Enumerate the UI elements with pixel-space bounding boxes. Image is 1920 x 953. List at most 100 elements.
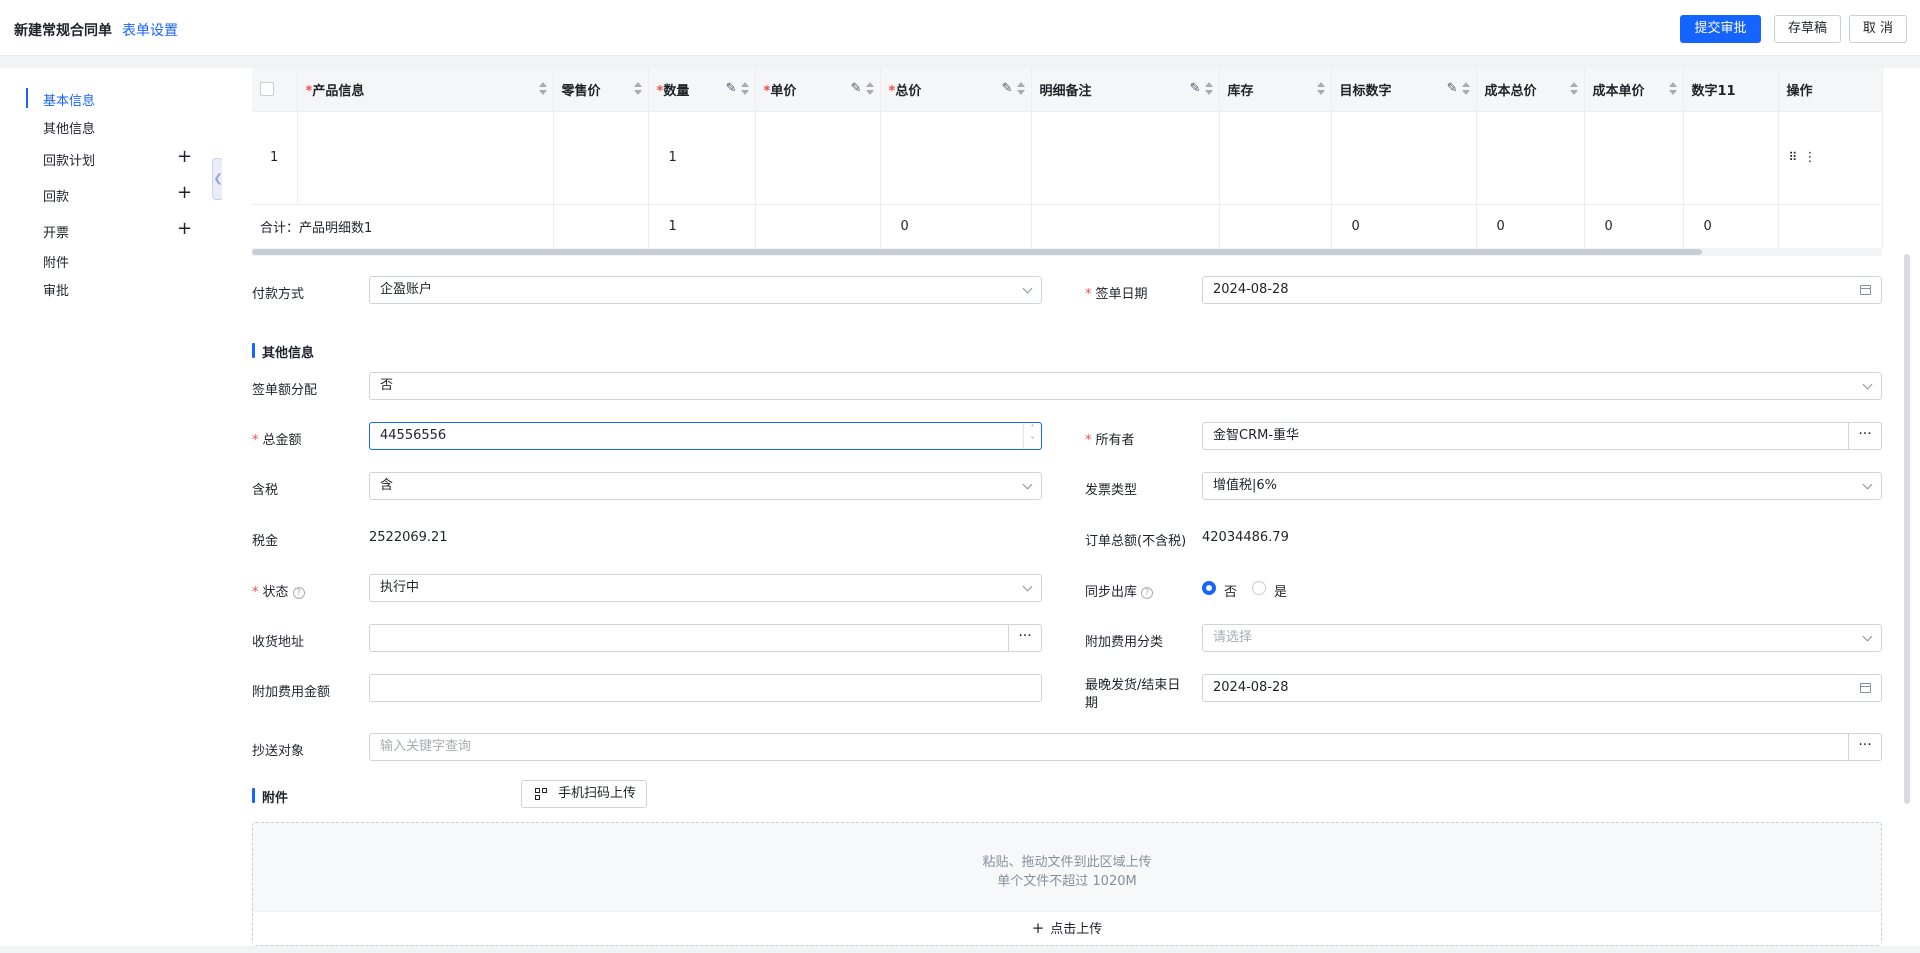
latest-ship-date-picker[interactable]: 2024-08-28 bbox=[1202, 674, 1882, 702]
nav-item-basic-info[interactable]: 基本信息 bbox=[43, 90, 95, 109]
save-draft-button[interactable]: 存草稿 bbox=[1774, 15, 1841, 43]
column-header[interactable]: *总价 ✎ bbox=[880, 68, 1032, 112]
column-header[interactable]: *单价 ✎ bbox=[755, 68, 881, 112]
stock-cell bbox=[1219, 111, 1332, 205]
cc-search-input[interactable]: 输入关键字查询 ··· bbox=[369, 733, 1882, 761]
remark-cell[interactable] bbox=[1031, 111, 1220, 205]
column-header[interactable]: *产品信息 bbox=[297, 68, 554, 112]
column-header[interactable]: 明细备注 ✎ bbox=[1031, 68, 1220, 112]
calendar-icon bbox=[1860, 285, 1871, 295]
owner-field[interactable]: 金智CRM-重华 ··· bbox=[1202, 422, 1882, 450]
column-header[interactable]: 库存 bbox=[1219, 68, 1332, 112]
column-header[interactable]: *数量 ✎ bbox=[648, 68, 756, 112]
sort-icon[interactable] bbox=[1316, 82, 1325, 96]
quantity-cell[interactable]: 1 bbox=[648, 111, 756, 205]
batch-edit-icon[interactable]: ✎ bbox=[851, 81, 862, 96]
column-header[interactable]: 零售价 bbox=[553, 68, 649, 112]
submit-approval-button[interactable]: 提交审批 bbox=[1680, 15, 1761, 43]
drop-hint: 粘贴、拖动文件到此区域上传 bbox=[982, 855, 1152, 870]
form-settings-link[interactable]: 表单设置 bbox=[122, 20, 178, 40]
cc-picker-button[interactable]: ··· bbox=[1848, 733, 1882, 761]
column-header: 操作 bbox=[1778, 68, 1883, 112]
batch-edit-icon[interactable]: ✎ bbox=[1447, 81, 1458, 96]
sync-outbound-radio-group: 否 是 bbox=[1202, 581, 1322, 600]
add-payment-icon[interactable]: + bbox=[177, 184, 192, 202]
unit-price-cell[interactable] bbox=[755, 111, 881, 205]
radio-no[interactable] bbox=[1202, 581, 1216, 595]
product-cell[interactable] bbox=[297, 111, 554, 205]
nav-item-payment[interactable]: 回款 bbox=[43, 186, 69, 205]
sign-date-label: * 签单日期 bbox=[1085, 287, 1148, 302]
extra-fee-category-select[interactable]: 请选择 bbox=[1202, 624, 1882, 652]
form-panel: *产品信息 零售价 *数量 ✎ *单价 ✎ *总价 ✎ 明细备注 ✎ 库存 目标数字 ✎ … bbox=[222, 68, 1920, 946]
sort-icon[interactable] bbox=[865, 82, 874, 96]
scroll-thumb[interactable] bbox=[252, 249, 1702, 255]
chevron-down-icon bbox=[1022, 479, 1033, 490]
table-row[interactable]: 1 1 ⠿ ⋮ bbox=[252, 111, 1883, 205]
sort-icon[interactable] bbox=[1461, 82, 1470, 96]
payment-method-select[interactable]: 企盈账户 bbox=[369, 276, 1042, 304]
sort-icon[interactable] bbox=[1204, 82, 1213, 96]
batch-edit-icon[interactable]: ✎ bbox=[1002, 81, 1013, 96]
nav-item-invoice[interactable]: 开票 bbox=[43, 222, 69, 241]
number-stepper[interactable]: ˄ ˅ bbox=[1023, 423, 1041, 449]
section-title-attachments: 附件 bbox=[252, 787, 288, 806]
sort-icon[interactable] bbox=[740, 82, 749, 96]
radio-yes[interactable] bbox=[1252, 581, 1266, 595]
sort-icon[interactable] bbox=[1569, 82, 1578, 96]
sort-icon[interactable] bbox=[1016, 82, 1025, 96]
select-all-checkbox[interactable] bbox=[260, 82, 274, 97]
add-invoice-icon[interactable]: + bbox=[177, 220, 192, 238]
nav-item-attachments[interactable]: 附件 bbox=[43, 252, 69, 271]
tax-included-label: 含税 bbox=[252, 483, 279, 498]
target-number-cell[interactable] bbox=[1331, 111, 1477, 205]
extra-fee-amount-input[interactable] bbox=[369, 674, 1042, 702]
order-total-ex-tax-value: 42034486.79 bbox=[1202, 530, 1289, 545]
nav-item-payment-plan[interactable]: 回款计划 bbox=[43, 150, 95, 169]
column-header[interactable]: 成本单价 bbox=[1584, 68, 1684, 112]
shipping-address-field[interactable]: ··· bbox=[369, 624, 1042, 652]
column-header[interactable]: 目标数字 ✎ bbox=[1331, 68, 1477, 112]
help-icon[interactable]: ? bbox=[292, 587, 305, 599]
sort-icon[interactable] bbox=[633, 82, 642, 96]
invoice-type-select[interactable]: 增值税|6% bbox=[1202, 472, 1882, 500]
more-actions-icon[interactable]: ⋮ bbox=[1803, 150, 1816, 165]
batch-edit-icon[interactable]: ✎ bbox=[1190, 81, 1201, 96]
sort-icon[interactable] bbox=[538, 82, 547, 96]
total-price-cell[interactable] bbox=[880, 111, 1032, 205]
select-all-cell bbox=[252, 68, 298, 112]
latest-ship-date-label: 最晚发货/结束日期 bbox=[1085, 678, 1181, 711]
click-upload-button[interactable]: + 点击上传 bbox=[253, 911, 1881, 945]
cc-label: 抄送对象 bbox=[252, 744, 305, 759]
summary-number11: 0 bbox=[1683, 204, 1779, 249]
total-amount-input[interactable]: 44556556 ˄ ˅ bbox=[369, 422, 1042, 450]
sign-date-picker[interactable]: 2024-08-28 bbox=[1202, 276, 1882, 304]
cost-unit-cell bbox=[1584, 111, 1684, 205]
cost-total-cell bbox=[1476, 111, 1585, 205]
file-drop-zone[interactable]: 粘贴、拖动文件到此区域上传 单个文件不超过 1020M + 点击上传 bbox=[252, 822, 1882, 946]
help-icon[interactable]: ? bbox=[1141, 587, 1154, 599]
scan-upload-button[interactable]: 手机扫码上传 bbox=[521, 780, 647, 808]
page-vertical-scrollbar[interactable] bbox=[1904, 254, 1910, 804]
nav-item-approval[interactable]: 审批 bbox=[43, 280, 69, 299]
chevron-down-icon bbox=[1862, 479, 1873, 490]
section-title-other-info: 其他信息 bbox=[252, 342, 314, 361]
batch-edit-icon[interactable]: ✎ bbox=[726, 81, 737, 96]
size-hint: 单个文件不超过 1020M bbox=[997, 874, 1137, 889]
drag-handle-icon[interactable]: ⠿ bbox=[1789, 150, 1798, 164]
nav-item-other-info[interactable]: 其他信息 bbox=[43, 118, 95, 137]
section-nav: 基本信息 其他信息 回款计划 + 回款 + 开票 + 附件 审批 bbox=[0, 68, 222, 946]
address-picker-button[interactable]: ··· bbox=[1008, 624, 1042, 652]
column-header[interactable]: 成本总价 bbox=[1476, 68, 1585, 112]
tax-included-select[interactable]: 含 bbox=[369, 472, 1042, 500]
cancel-button[interactable]: 取 消 bbox=[1849, 15, 1907, 43]
sort-icon[interactable] bbox=[1668, 82, 1677, 96]
owner-picker-button[interactable]: ··· bbox=[1848, 422, 1882, 450]
table-horizontal-scrollbar[interactable] bbox=[252, 248, 1882, 256]
status-select[interactable]: 执行中 bbox=[369, 574, 1042, 602]
add-payment-plan-icon[interactable]: + bbox=[177, 148, 192, 166]
sign-alloc-select[interactable]: 否 bbox=[369, 372, 1882, 400]
summary-total: 0 bbox=[880, 204, 1032, 249]
chevron-down-icon bbox=[1862, 631, 1873, 642]
row-actions: ⠿ ⋮ bbox=[1778, 111, 1883, 205]
